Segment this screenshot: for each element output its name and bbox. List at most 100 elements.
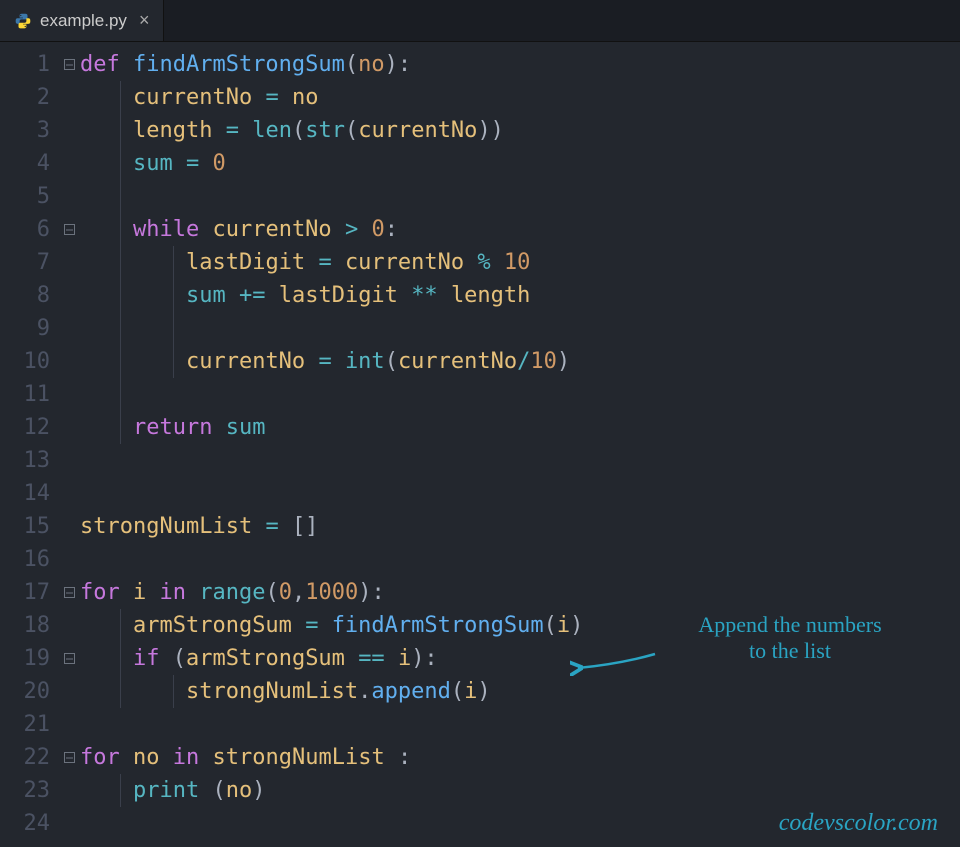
line-number: 1	[0, 48, 50, 81]
fold-cell	[58, 675, 80, 708]
code-line[interactable]: for i in range(0,1000):	[80, 576, 960, 609]
token-id: currentNo	[186, 349, 305, 374]
token-num: 10	[504, 250, 531, 275]
token-id: i	[133, 580, 146, 605]
token-id: no	[133, 745, 160, 770]
annotation-text: Append the numbers to the list	[650, 612, 930, 664]
token-id: i	[464, 679, 477, 704]
token-bi: print	[133, 778, 199, 803]
token-pn: :	[385, 217, 398, 242]
indent-guide	[120, 411, 121, 444]
fold-cell	[58, 708, 80, 741]
line-number: 18	[0, 609, 50, 642]
code-line[interactable]: def findArmStrongSum(no):	[80, 48, 960, 81]
fold-cell	[58, 279, 80, 312]
code-line[interactable]	[80, 543, 960, 576]
token-plain	[80, 349, 186, 374]
token-plain	[332, 349, 345, 374]
code-line[interactable]: length = len(str(currentNo))	[80, 114, 960, 147]
code-line[interactable]: lastDigit = currentNo % 10	[80, 246, 960, 279]
code-line[interactable]: for no in strongNumList :	[80, 741, 960, 774]
token-plain	[464, 250, 477, 275]
token-id: armStrongSum	[133, 613, 292, 638]
line-number: 19	[0, 642, 50, 675]
line-number: 5	[0, 180, 50, 213]
token-id: currentNo	[212, 217, 331, 242]
fold-cell[interactable]	[58, 48, 80, 81]
token-id: currentNo	[133, 85, 252, 110]
token-pn: (	[345, 52, 358, 77]
indent-guide	[173, 345, 174, 378]
code-editor[interactable]: 123456789101112131415161718192021222324 …	[0, 42, 960, 847]
code-line[interactable]: while currentNo > 0:	[80, 213, 960, 246]
indent-guide	[120, 246, 121, 279]
fold-toggle-icon[interactable]	[64, 653, 75, 664]
indent-guide	[173, 675, 174, 708]
indent-guide	[120, 609, 121, 642]
fold-cell[interactable]	[58, 741, 80, 774]
token-id: armStrongSum	[186, 646, 345, 671]
token-id: lastDigit	[279, 283, 398, 308]
fold-cell	[58, 114, 80, 147]
token-plain	[80, 250, 186, 275]
token-kw: in	[173, 745, 200, 770]
token-pn: .	[358, 679, 371, 704]
fold-toggle-icon[interactable]	[64, 224, 75, 235]
token-plain	[80, 85, 133, 110]
token-plain	[239, 118, 252, 143]
token-plain	[160, 745, 173, 770]
line-number: 15	[0, 510, 50, 543]
line-number: 14	[0, 477, 50, 510]
code-line[interactable]	[80, 444, 960, 477]
fold-toggle-icon[interactable]	[64, 752, 75, 763]
indent-guide	[120, 114, 121, 147]
token-kw: return	[133, 415, 212, 440]
code-line[interactable]: sum = 0	[80, 147, 960, 180]
code-line[interactable]: return sum	[80, 411, 960, 444]
indent-guide	[120, 774, 121, 807]
token-op: =	[226, 118, 239, 143]
token-id: strongNumList	[80, 514, 252, 539]
code-line[interactable]	[80, 708, 960, 741]
token-op: ==	[358, 646, 385, 671]
fold-toggle-icon[interactable]	[64, 587, 75, 598]
fold-cell[interactable]	[58, 642, 80, 675]
fold-toggle-icon[interactable]	[64, 59, 75, 70]
line-number: 24	[0, 807, 50, 840]
code-line[interactable]: strongNumList = []	[80, 510, 960, 543]
token-num: 0	[279, 580, 292, 605]
token-plain	[199, 745, 212, 770]
tab-close-icon[interactable]: ×	[139, 10, 150, 31]
token-plain	[491, 250, 504, 275]
fold-cell[interactable]	[58, 576, 80, 609]
line-number: 4	[0, 147, 50, 180]
code-line[interactable]	[80, 378, 960, 411]
code-line[interactable]	[80, 477, 960, 510]
fold-cell	[58, 81, 80, 114]
line-number: 21	[0, 708, 50, 741]
fold-cell[interactable]	[58, 213, 80, 246]
indent-guide	[120, 279, 121, 312]
code-line[interactable]: print (no)	[80, 774, 960, 807]
code-line[interactable]	[80, 180, 960, 213]
code-line[interactable]: currentNo = no	[80, 81, 960, 114]
code-line[interactable]: sum += lastDigit ** length	[80, 279, 960, 312]
tab-example-py[interactable]: example.py ×	[0, 0, 164, 41]
code-line[interactable]: strongNumList.append(i)	[80, 675, 960, 708]
code-line[interactable]: currentNo = int(currentNo/10)	[80, 345, 960, 378]
code-area[interactable]: def findArmStrongSum(no): currentNo = no…	[80, 42, 960, 847]
token-plain	[438, 283, 451, 308]
fold-cell	[58, 807, 80, 840]
token-plain	[199, 778, 212, 803]
line-number: 23	[0, 774, 50, 807]
token-pn: )	[477, 679, 490, 704]
indent-guide	[120, 345, 121, 378]
token-kw: for	[80, 745, 120, 770]
token-pn: (	[544, 613, 557, 638]
token-pn: ,	[292, 580, 305, 605]
line-number: 9	[0, 312, 50, 345]
token-plain	[252, 514, 265, 539]
code-line[interactable]	[80, 312, 960, 345]
token-plain	[385, 745, 398, 770]
line-number: 16	[0, 543, 50, 576]
